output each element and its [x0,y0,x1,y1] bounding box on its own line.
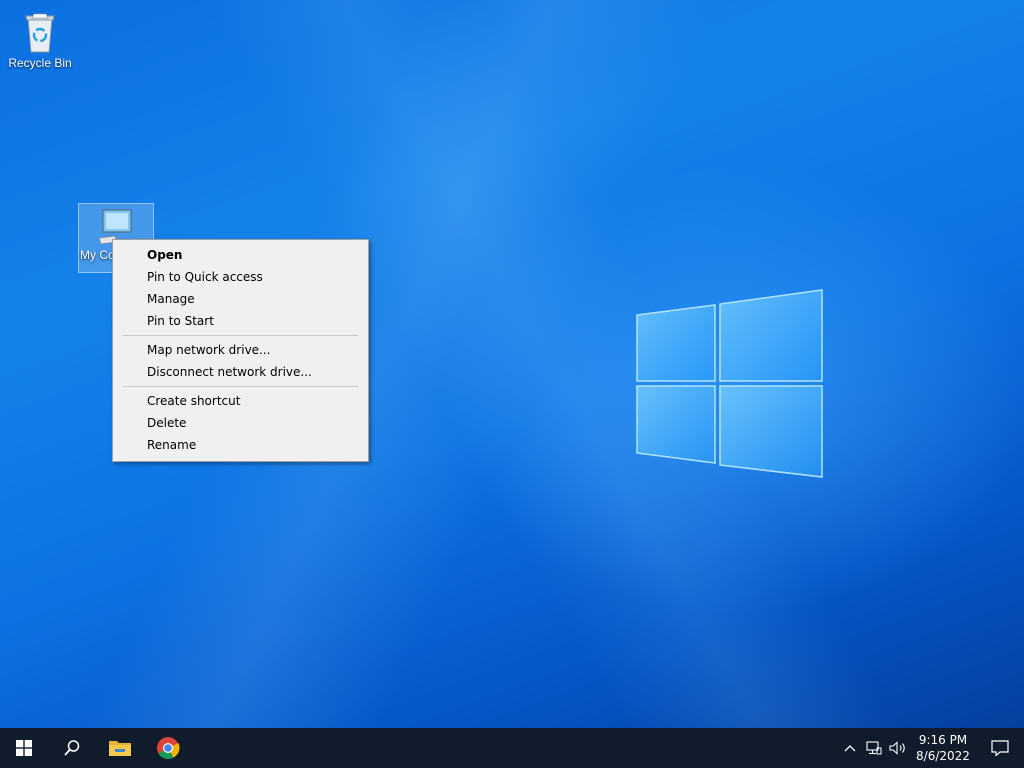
file-explorer-button[interactable] [96,728,144,768]
menu-item-create-shortcut[interactable]: Create shortcut [113,390,368,412]
chrome-button[interactable] [144,728,192,768]
taskbar: 9:16 PM 8/6/2022 [0,728,1024,768]
chrome-icon [157,737,180,759]
menu-separator [123,386,358,387]
clock-date: 8/6/2022 [916,749,970,763]
network-icon [866,741,882,755]
search-button[interactable] [48,728,96,768]
menu-item-map-network-drive[interactable]: Map network drive... [113,339,368,361]
menu-item-pin-to-start[interactable]: Pin to Start [113,310,368,332]
menu-item-manage[interactable]: Manage [113,288,368,310]
volume-button[interactable] [886,728,910,768]
menu-separator [123,335,358,336]
file-explorer-icon [109,741,131,756]
menu-item-rename[interactable]: Rename [113,434,368,456]
volume-icon [889,741,905,755]
chevron-up-icon [844,745,856,752]
network-button[interactable] [862,728,886,768]
menu-item-delete[interactable]: Delete [113,412,368,434]
desktop-icon-recycle-bin[interactable]: Recycle Bin [2,8,78,70]
start-button[interactable] [0,728,48,768]
taskbar-clock[interactable]: 9:16 PM 8/6/2022 [910,728,976,768]
action-center-icon [991,740,1009,756]
action-center-button[interactable] [976,728,1024,768]
context-menu: Open Pin to Quick access Manage Pin to S… [112,239,369,462]
windows-logo-wallpaper [636,289,823,478]
menu-item-pin-to-quick-access[interactable]: Pin to Quick access [113,266,368,288]
search-icon [64,740,80,756]
desktop-icon-label: Recycle Bin [8,56,72,70]
windows-start-icon [16,740,32,756]
clock-time: 9:16 PM [918,733,968,747]
show-hidden-icons-button[interactable] [838,728,862,768]
menu-item-open[interactable]: Open [113,244,368,266]
recycle-bin-icon [25,13,55,53]
menu-item-disconnect-network-drive[interactable]: Disconnect network drive... [113,361,368,383]
system-tray: 9:16 PM 8/6/2022 [838,728,1024,768]
